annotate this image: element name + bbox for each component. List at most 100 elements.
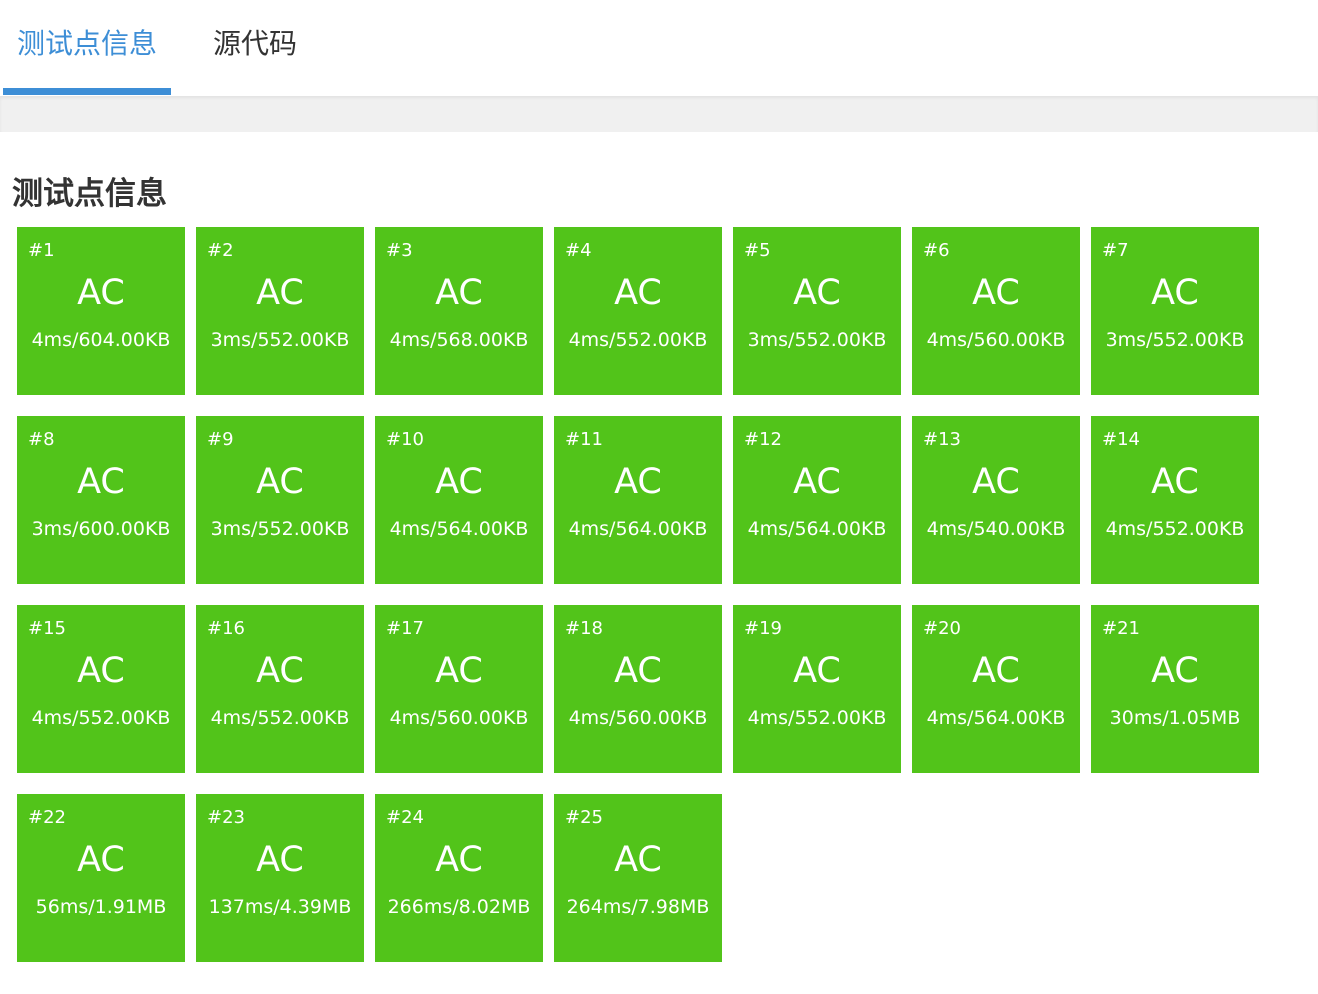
testcase-id: #16 [207, 618, 245, 639]
testcase-status: AC [435, 462, 483, 502]
testcase-id: #21 [1102, 618, 1140, 639]
testcase-time-memory: 4ms/560.00KB [568, 707, 708, 729]
testcase-time-memory: 4ms/552.00KB [747, 707, 887, 729]
testcase-status: AC [1151, 273, 1199, 313]
testcase-tile[interactable]: #20 AC 4ms/564.00KB [912, 605, 1080, 773]
testcase-id: #9 [207, 429, 234, 450]
testcase-id: #19 [744, 618, 782, 639]
testcase-time-memory: 3ms/552.00KB [210, 329, 350, 351]
testcase-tile[interactable]: #10 AC 4ms/564.00KB [375, 416, 543, 584]
testcase-time-memory: 4ms/564.00KB [568, 518, 708, 540]
testcase-status: AC [793, 651, 841, 691]
testcase-tile[interactable]: #9 AC 3ms/552.00KB [196, 416, 364, 584]
testcase-tile[interactable]: #15 AC 4ms/552.00KB [17, 605, 185, 773]
testcase-status: AC [972, 273, 1020, 313]
testcase-status: AC [614, 273, 662, 313]
testcase-tile[interactable]: #23 AC 137ms/4.39MB [196, 794, 364, 962]
testcase-id: #15 [28, 618, 66, 639]
testcase-id: #2 [207, 240, 234, 261]
section-title: 测试点信息 [12, 176, 167, 212]
testcase-id: #1 [28, 240, 55, 261]
testcase-id: #20 [923, 618, 961, 639]
testcase-tile[interactable]: #6 AC 4ms/560.00KB [912, 227, 1080, 395]
testcase-id: #24 [386, 807, 424, 828]
tab-testcase-info[interactable]: 测试点信息 [3, 0, 171, 96]
testcase-status: AC [77, 840, 125, 880]
testcase-id: #13 [923, 429, 961, 450]
testcase-time-memory: 56ms/1.91MB [35, 896, 167, 918]
testcase-time-memory: 4ms/552.00KB [568, 329, 708, 351]
testcase-status: AC [793, 273, 841, 313]
testcase-tile[interactable]: #18 AC 4ms/560.00KB [554, 605, 722, 773]
testcase-id: #6 [923, 240, 950, 261]
testcase-time-memory: 264ms/7.98MB [566, 896, 710, 918]
testcase-status: AC [435, 273, 483, 313]
testcase-time-memory: 137ms/4.39MB [208, 896, 352, 918]
testcase-time-memory: 4ms/604.00KB [31, 329, 171, 351]
testcase-id: #22 [28, 807, 66, 828]
testcase-id: #4 [565, 240, 592, 261]
testcase-tile[interactable]: #8 AC 3ms/600.00KB [17, 416, 185, 584]
testcase-time-memory: 4ms/564.00KB [926, 707, 1066, 729]
testcase-status: AC [614, 651, 662, 691]
testcase-status: AC [972, 462, 1020, 502]
testcase-status: AC [614, 840, 662, 880]
testcase-status: AC [1151, 651, 1199, 691]
tab-source-code[interactable]: 源代码 [190, 0, 320, 96]
testcase-id: #18 [565, 618, 603, 639]
testcase-time-memory: 3ms/552.00KB [1105, 329, 1245, 351]
testcase-status: AC [77, 462, 125, 502]
testcase-id: #3 [386, 240, 413, 261]
testcase-tile[interactable]: #1 AC 4ms/604.00KB [17, 227, 185, 395]
testcase-tile[interactable]: #7 AC 3ms/552.00KB [1091, 227, 1259, 395]
testcase-time-memory: 4ms/564.00KB [389, 518, 529, 540]
testcase-status: AC [77, 651, 125, 691]
active-tab-indicator [3, 88, 171, 95]
testcase-status: AC [256, 273, 304, 313]
testcase-tile[interactable]: #4 AC 4ms/552.00KB [554, 227, 722, 395]
testcase-tile[interactable]: #11 AC 4ms/564.00KB [554, 416, 722, 584]
testcase-time-memory: 266ms/8.02MB [387, 896, 531, 918]
testcase-status: AC [256, 651, 304, 691]
testcase-time-memory: 4ms/552.00KB [210, 707, 350, 729]
testcase-tile[interactable]: #24 AC 266ms/8.02MB [375, 794, 543, 962]
testcase-status: AC [435, 840, 483, 880]
testcase-time-memory: 4ms/560.00KB [926, 329, 1066, 351]
testcase-status: AC [614, 462, 662, 502]
tab-divider-band [0, 96, 1318, 132]
testcase-status: AC [256, 462, 304, 502]
testcase-time-memory: 4ms/560.00KB [389, 707, 529, 729]
testcase-id: #5 [744, 240, 771, 261]
testcase-id: #7 [1102, 240, 1129, 261]
testcase-id: #10 [386, 429, 424, 450]
testcase-tile[interactable]: #25 AC 264ms/7.98MB [554, 794, 722, 962]
testcase-time-memory: 4ms/568.00KB [389, 329, 529, 351]
testcase-tile[interactable]: #5 AC 3ms/552.00KB [733, 227, 901, 395]
testcase-id: #25 [565, 807, 603, 828]
testcase-tile[interactable]: #13 AC 4ms/540.00KB [912, 416, 1080, 584]
testcase-status: AC [1151, 462, 1199, 502]
testcase-tile[interactable]: #19 AC 4ms/552.00KB [733, 605, 901, 773]
testcase-tile[interactable]: #16 AC 4ms/552.00KB [196, 605, 364, 773]
testcase-tile[interactable]: #22 AC 56ms/1.91MB [17, 794, 185, 962]
testcase-tile[interactable]: #21 AC 30ms/1.05MB [1091, 605, 1259, 773]
testcase-id: #12 [744, 429, 782, 450]
testcase-time-memory: 4ms/552.00KB [31, 707, 171, 729]
testcase-id: #23 [207, 807, 245, 828]
testcase-time-memory: 30ms/1.05MB [1109, 707, 1241, 729]
testcase-id: #17 [386, 618, 424, 639]
testcase-time-memory: 3ms/552.00KB [210, 518, 350, 540]
testcase-tile[interactable]: #17 AC 4ms/560.00KB [375, 605, 543, 773]
testcase-tile[interactable]: #3 AC 4ms/568.00KB [375, 227, 543, 395]
testcase-tile[interactable]: #2 AC 3ms/552.00KB [196, 227, 364, 395]
tab-bar: 测试点信息 源代码 [0, 0, 1318, 96]
testcase-id: #14 [1102, 429, 1140, 450]
testcase-id: #8 [28, 429, 55, 450]
testcase-tile[interactable]: #14 AC 4ms/552.00KB [1091, 416, 1259, 584]
testcase-status: AC [77, 273, 125, 313]
testcase-tile[interactable]: #12 AC 4ms/564.00KB [733, 416, 901, 584]
testcase-time-memory: 3ms/552.00KB [747, 329, 887, 351]
testcase-status: AC [793, 462, 841, 502]
testcase-time-memory: 4ms/540.00KB [926, 518, 1066, 540]
testcase-status: AC [972, 651, 1020, 691]
